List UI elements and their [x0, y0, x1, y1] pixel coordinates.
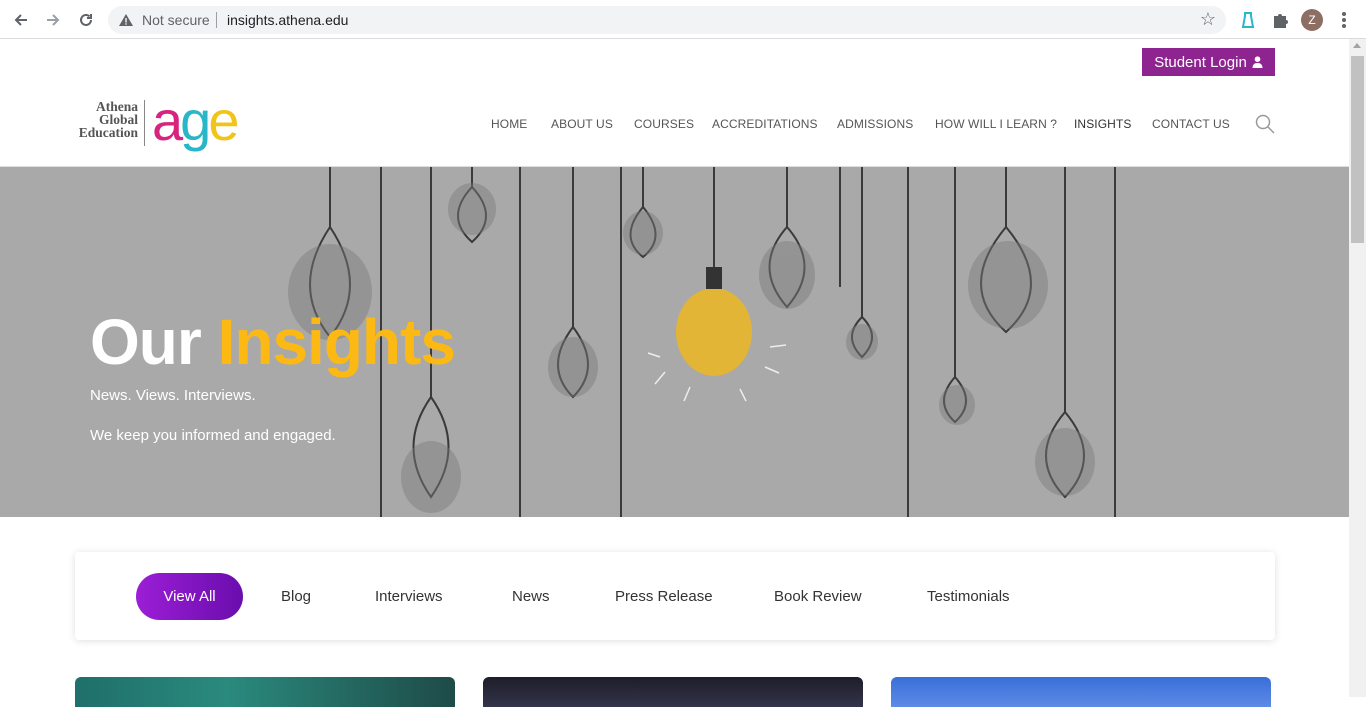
user-icon [1252, 56, 1263, 68]
security-label: Not secure [142, 12, 210, 28]
warning-icon [119, 14, 133, 26]
nav-item-home[interactable]: HOME [491, 117, 527, 131]
filter-press-release[interactable]: Press Release [615, 573, 713, 620]
nav-item-contact-us[interactable]: CONTACT US [1152, 117, 1230, 131]
hero-title: Our Insights [90, 306, 456, 378]
hero-banner: Our Insights News. Views. Interviews. We… [0, 167, 1349, 517]
nav-item-how-will-i-learn[interactable]: HOW WILL I LEARN ? [935, 117, 1057, 131]
filter-blog[interactable]: Blog [281, 573, 311, 620]
logo-wordmark: Athena Global Education [78, 99, 138, 140]
back-icon[interactable] [8, 7, 34, 33]
nav-item-admissions[interactable]: ADMISSIONS [837, 117, 913, 131]
insight-card-image[interactable] [891, 677, 1271, 707]
filter-book-review[interactable]: Book Review [774, 573, 862, 620]
insight-card-image[interactable] [483, 677, 863, 707]
nav-item-insights[interactable]: INSIGHTS [1074, 117, 1131, 131]
forward-icon[interactable] [40, 7, 66, 33]
page-scrollbar[interactable] [1349, 39, 1366, 697]
hero-tagline: We keep you informed and engaged. [90, 427, 336, 444]
logo-mark: age [152, 89, 239, 152]
student-login-label: Student Login [1154, 53, 1247, 71]
category-filter-bar: View All Blog Interviews News Press Rele… [75, 552, 1275, 640]
filter-view-all[interactable]: View All [136, 573, 243, 620]
student-login-button[interactable]: Student Login [1142, 48, 1275, 76]
puzzle-icon[interactable] [1270, 10, 1290, 30]
nav-item-about-us[interactable]: ABOUT US [551, 117, 613, 131]
url-text[interactable]: insights.athena.edu [227, 12, 348, 28]
bookmark-star-icon[interactable]: ☆ [1200, 9, 1216, 30]
hero-subtitle: News. Views. Interviews. [90, 387, 256, 404]
filter-interviews[interactable]: Interviews [375, 573, 443, 620]
address-bar[interactable]: Not secure insights.athena.edu ☆ [108, 6, 1226, 34]
reload-icon[interactable] [73, 7, 99, 33]
filter-news[interactable]: News [512, 573, 550, 620]
filter-testimonials[interactable]: Testimonials [927, 573, 1010, 620]
nav-item-courses[interactable]: COURSES [634, 117, 694, 131]
insight-card-image[interactable] [75, 677, 455, 707]
browser-toolbar: Not secure insights.athena.edu ☆ Z [0, 0, 1366, 39]
logo-divider [144, 100, 145, 146]
nav-item-accreditations[interactable]: ACCREDITATIONS [712, 117, 818, 131]
profile-avatar[interactable]: Z [1301, 9, 1323, 31]
more-menu-icon[interactable] [1336, 9, 1352, 31]
scroll-up-icon[interactable] [1353, 43, 1361, 48]
scrollbar-thumb[interactable] [1351, 56, 1364, 243]
search-icon[interactable] [1255, 114, 1275, 134]
site-logo[interactable]: Athena Global Education age [74, 89, 246, 154]
omnibox-divider [216, 12, 217, 28]
extension-icon[interactable] [1238, 10, 1258, 30]
